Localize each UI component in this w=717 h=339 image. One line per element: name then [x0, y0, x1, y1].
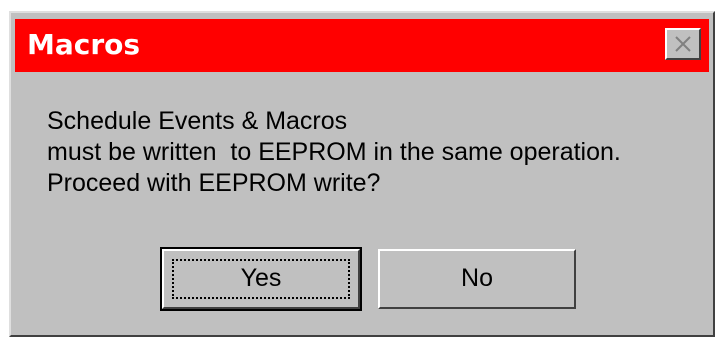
yes-button-label: Yes	[240, 264, 282, 292]
dialog-title: Macros	[27, 28, 141, 61]
message-line-2: must be written to EEPROM in the same op…	[47, 138, 621, 166]
title-bar[interactable]: Macros	[15, 19, 709, 72]
close-icon	[675, 36, 691, 52]
dialog-message: Schedule Events & Macros must be written …	[47, 106, 621, 199]
close-button[interactable]	[665, 28, 701, 60]
no-button[interactable]: No	[378, 249, 576, 309]
message-line-1: Schedule Events & Macros	[47, 107, 348, 135]
message-line-3: Proceed with EEPROM write?	[47, 169, 381, 197]
macros-dialog: Macros Schedule Events & Macros must be w…	[9, 11, 715, 337]
yes-button[interactable]: Yes	[160, 247, 362, 311]
no-button-label: No	[461, 264, 493, 292]
